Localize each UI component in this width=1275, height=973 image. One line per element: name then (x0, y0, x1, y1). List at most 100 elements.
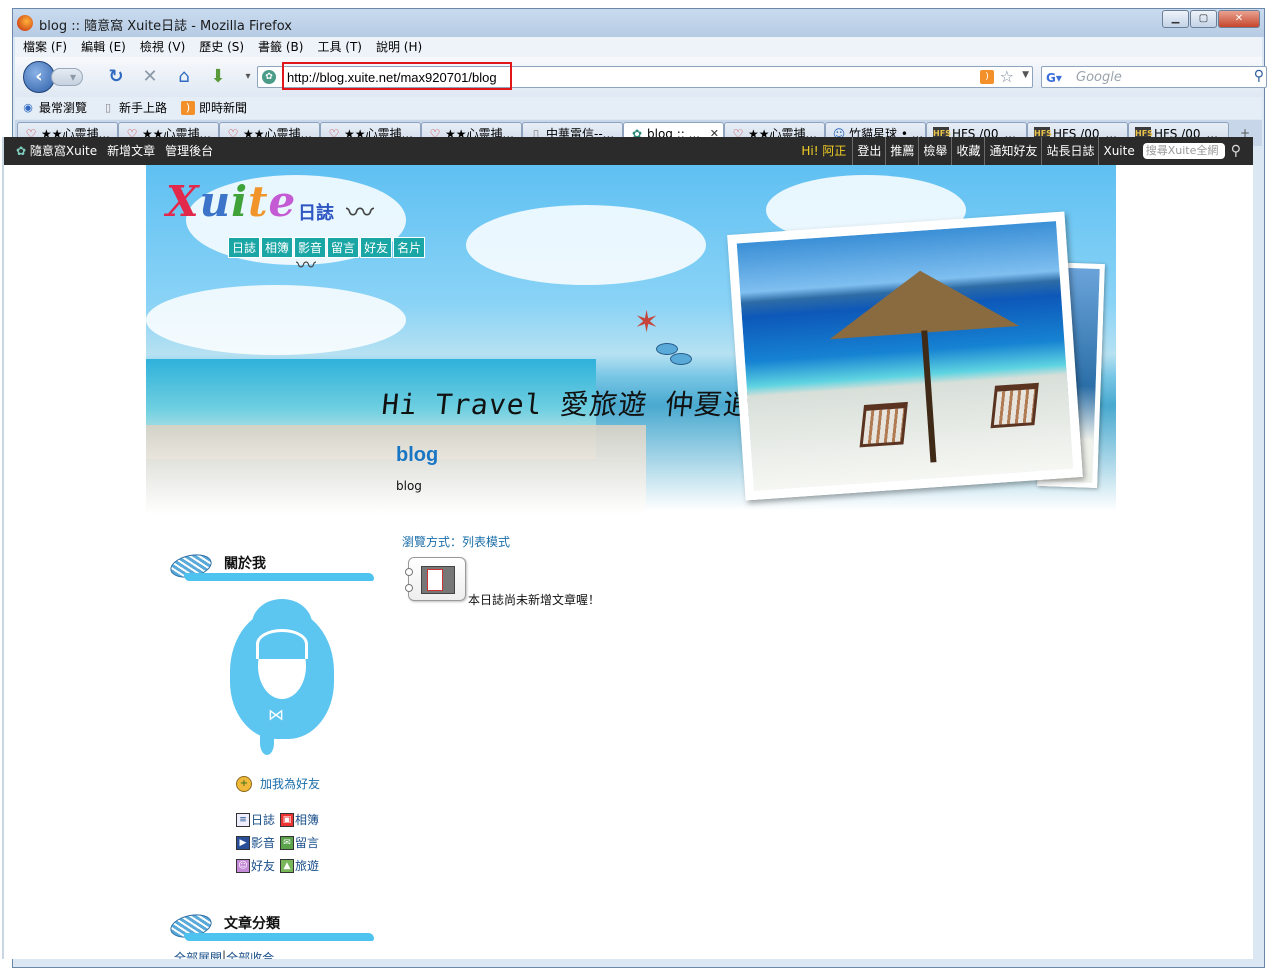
page-icon: ▯ (104, 101, 112, 114)
link-message[interactable]: ✉ 留言 (280, 834, 330, 851)
avatar[interactable]: ⋈ (230, 599, 334, 755)
rss-feed-icon[interactable]: ) (980, 70, 994, 84)
header-wave (184, 933, 374, 941)
sand-background (146, 425, 646, 515)
xuite-logo[interactable]: Xuite (166, 177, 296, 226)
xuite-home-link[interactable]: ✿ 隨意窩Xuite (16, 137, 97, 165)
expand-all-link[interactable]: 全部展開 (174, 949, 222, 959)
recommend-link[interactable]: 推薦 (885, 137, 918, 165)
nav-card[interactable]: 名片 (393, 237, 426, 258)
stop-icon[interactable]: ✕ (139, 67, 161, 87)
menu-edit[interactable]: 編輯 (E) (81, 37, 126, 57)
navigation-toolbar: ‹ ▾ ↻ ✕ ⌂ ⬇ ▾ ✿ http://blog.xuite.net/ma… (15, 57, 1267, 97)
about-header: 關於我 (164, 545, 374, 585)
url-dropdown-icon[interactable]: ▼ (1022, 70, 1029, 80)
empty-message: 本日誌尚未新增文章喔！ (468, 593, 601, 607)
google-icon[interactable]: G▾ (1046, 70, 1062, 86)
add-friend-icon: + (236, 775, 252, 792)
nav-journal[interactable]: 日誌 (228, 237, 261, 258)
bookmark-news[interactable]: ) 即時新聞 (181, 97, 247, 119)
category-section: 文章分類 全部展開 | 全部收合 (164, 905, 374, 959)
about-title: 關於我 (224, 556, 266, 572)
empty-journal-icon (405, 557, 466, 601)
menu-tools[interactable]: 工具 (T) (317, 37, 362, 57)
umbrella-shape (825, 264, 1020, 340)
window-title: blog :: 隨意窩 Xuite日誌 - Mozilla Firefox (39, 19, 292, 34)
search-icon[interactable]: ⚲ (1254, 68, 1264, 84)
nav-album[interactable]: 相簿 (261, 237, 294, 258)
menu-bar: 檔案 (F) 編輯 (E) 檢視 (V) 歷史 (S) 書籤 (B) 工具 (T… (15, 37, 1262, 57)
most-visited-icon: ◉ (23, 101, 33, 114)
collapse-all-link[interactable]: 全部收合 (226, 949, 274, 959)
reload-icon[interactable]: ↻ (105, 67, 127, 87)
search-bar[interactable]: G▾ Google ⚲ (1041, 66, 1267, 88)
bookmark-most-visited[interactable]: ◉ 最常瀏覽 (21, 97, 87, 119)
main-content: 瀏覽方式：列表模式 本日誌尚未新增文章喔！ (402, 533, 1002, 607)
blog-subtitle: blog (396, 479, 422, 493)
category-title: 文章分類 (224, 916, 280, 932)
menu-help[interactable]: 說明 (H) (376, 37, 422, 57)
video-icon: ▶ (236, 835, 250, 850)
menu-history[interactable]: 歷史 (S) (199, 37, 244, 57)
nav-friends[interactable]: 好友 (360, 237, 393, 258)
link-friends[interactable]: ☺ 好友 (236, 857, 280, 874)
beach-chair (990, 382, 1039, 429)
nav-message[interactable]: 留言 (327, 237, 360, 258)
bookmarks-toolbar: ◉ 最常瀏覽 ▯ 新手上路 ) 即時新聞 (15, 97, 1262, 119)
link-journal[interactable]: ≡ 日誌 (236, 811, 280, 828)
download-icon[interactable]: ⬇ (207, 67, 229, 87)
journal-icon: ≡ (236, 812, 250, 827)
home-icon[interactable]: ⌂ (173, 67, 195, 87)
bookmark-getting-started[interactable]: ▯ 新手上路 (101, 97, 167, 119)
avatar-hair (256, 629, 308, 659)
link-video[interactable]: ▶ 影音 (236, 834, 280, 851)
minimize-button[interactable]: ▁ (1162, 10, 1189, 28)
menu-file[interactable]: 檔案 (F) (23, 37, 67, 57)
blog-banner: Xuite 日誌 日誌 相簿 影音 留言 好友 名片 〰 〰 ✶ Hi Trav… (146, 165, 1116, 529)
cloud (466, 205, 706, 285)
menu-view[interactable]: 檢視 (V) (140, 37, 185, 57)
admin-link[interactable]: 管理後台 (165, 137, 213, 165)
rss-icon: ) (181, 101, 196, 115)
link-travel[interactable]: ▲ 旅遊 (280, 857, 330, 874)
new-post-link[interactable]: 新增文章 (107, 137, 155, 165)
blog-title[interactable]: blog (396, 444, 438, 467)
shell-icon: ✶ (634, 305, 660, 340)
browse-mode-link[interactable]: 瀏覽方式：列表模式 (402, 533, 1002, 550)
bowtie-icon: ⋈ (268, 705, 284, 724)
address-bar[interactable]: ✿ http://blog.xuite.net/max920701/blog )… (257, 62, 1033, 90)
close-button[interactable]: ✕ (1218, 10, 1260, 28)
history-dropdown-icon[interactable]: ▾ (237, 67, 259, 87)
site-log-link[interactable]: 站長日誌 (1041, 137, 1098, 165)
logo-subtitle: 日誌 (298, 203, 334, 224)
report-link[interactable]: 檢舉 (918, 137, 951, 165)
site-identity-icon[interactable]: ✿ (262, 70, 276, 84)
blog-nav: 日誌 相簿 影音 留言 好友 名片 (228, 237, 426, 258)
search-icon[interactable]: ⚲ (1231, 137, 1241, 165)
bookmark-star-icon[interactable]: ☆ (1000, 67, 1014, 86)
album-icon: ▣ (280, 812, 294, 827)
flipflop-icon (670, 353, 692, 365)
cloud (146, 285, 406, 355)
logout-link[interactable]: 登出 (852, 137, 885, 165)
travel-icon: ▲ (280, 858, 294, 873)
friends-icon: ☺ (236, 858, 250, 873)
seagull-icon: 〰 (346, 196, 375, 229)
header-wave (184, 573, 374, 581)
expand-collapse: 全部展開 | 全部收合 (174, 949, 274, 959)
add-friend-link[interactable]: + 加我為好友 (236, 775, 320, 792)
url-text[interactable]: http://blog.xuite.net/max920701/blog (287, 70, 497, 85)
beach-photo (727, 211, 1083, 501)
page-content: ✿ 隨意窩Xuite 新增文章 管理後台 Hi! 阿正 登出 推薦 檢舉 收藏 … (4, 137, 1253, 959)
link-album[interactable]: ▣ 相簿 (280, 811, 330, 828)
user-greeting[interactable]: Hi! 阿正 (801, 137, 852, 165)
xuite-search-input[interactable]: 搜尋Xuite全網 (1142, 143, 1225, 159)
xuite-link[interactable]: Xuite (1098, 137, 1138, 165)
title-bar: blog :: 隨意窩 Xuite日誌 - Mozilla Firefox ▁ … (13, 9, 1264, 37)
search-placeholder: Google (1076, 70, 1122, 85)
favorite-link[interactable]: 收藏 (951, 137, 984, 165)
maximize-button[interactable]: ▢ (1190, 10, 1217, 28)
menu-bookmarks[interactable]: 書籤 (B) (258, 37, 303, 57)
notify-friends-link[interactable]: 通知好友 (984, 137, 1041, 165)
forward-button[interactable]: ▾ (51, 68, 83, 86)
